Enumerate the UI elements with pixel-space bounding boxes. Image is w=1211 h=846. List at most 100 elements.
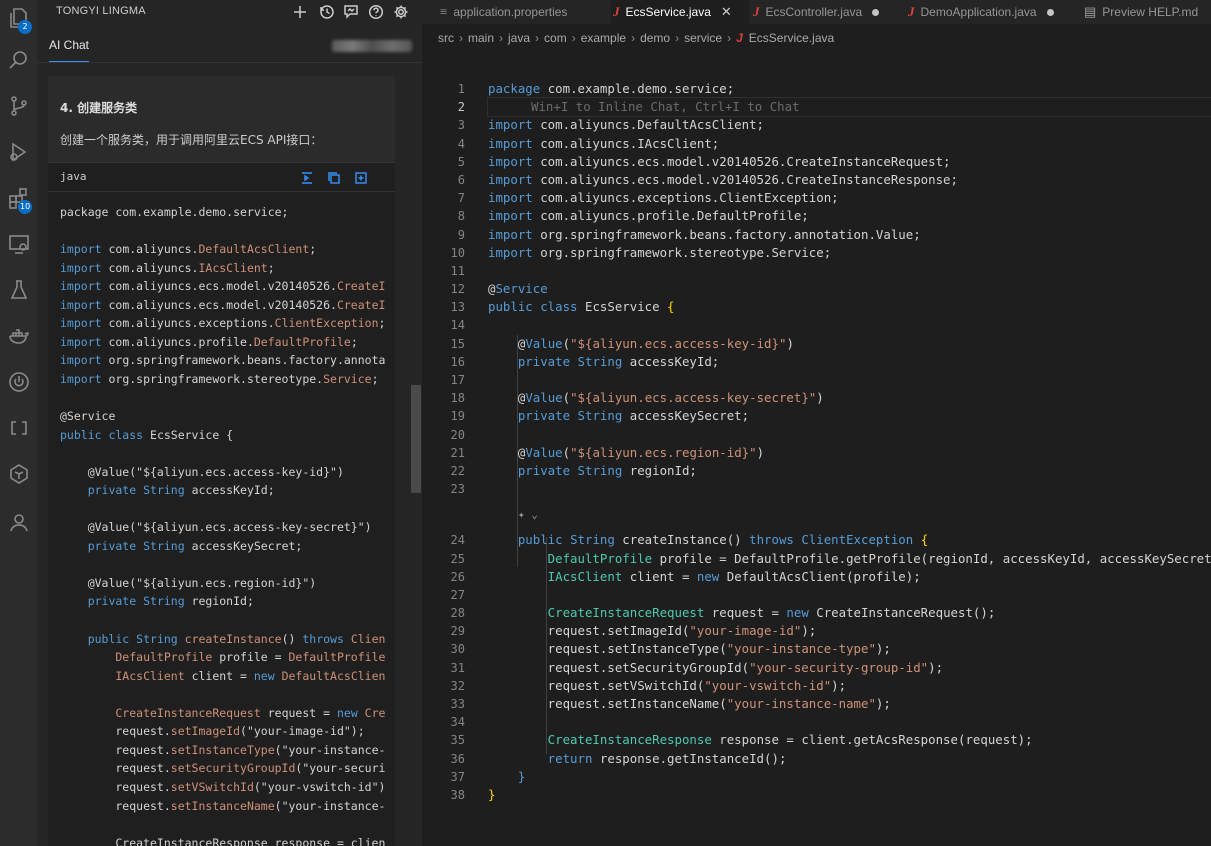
- code-line[interactable]: [488, 713, 1211, 731]
- code-line[interactable]: CreateInstanceResponse response = client…: [488, 731, 1211, 749]
- code-line[interactable]: import com.aliyuncs.profile.DefaultProfi…: [488, 207, 1211, 225]
- code-line[interactable]: import com.aliyuncs.exceptions.ClientExc…: [488, 189, 1211, 207]
- breadcrumb-item[interactable]: EcsService.java: [749, 31, 834, 45]
- breadcrumb-item[interactable]: main: [468, 31, 494, 45]
- insert-icon[interactable]: [300, 170, 316, 186]
- code-line[interactable]: }: [488, 768, 1211, 786]
- gutter-spacer: [422, 498, 465, 531]
- tab-ecscontroller-java[interactable]: J EcsController.java: [751, 0, 901, 24]
- scrollbar[interactable]: [411, 70, 421, 846]
- code-line[interactable]: import com.aliyuncs.IAcsClient;: [488, 135, 1211, 153]
- code-line[interactable]: IAcsClient client = new DefaultAcsClient…: [488, 568, 1211, 586]
- message-heading: 4. 创建服务类: [60, 101, 138, 115]
- code-content: package com.example.demo.service; import…: [60, 203, 385, 846]
- source-control-button[interactable]: [0, 88, 37, 128]
- code-line[interactable]: @Value("${aliyun.ecs.access-key-secret}"…: [488, 389, 1211, 407]
- remote-explorer-button[interactable]: [0, 226, 37, 266]
- history-icon[interactable]: [317, 2, 337, 22]
- code-lens[interactable]: ✦ ⌄: [488, 498, 1211, 531]
- breadcrumb-item[interactable]: example: [581, 31, 626, 45]
- code-line[interactable]: return response.getInstanceId();: [488, 750, 1211, 768]
- code-line[interactable]: [488, 586, 1211, 604]
- code-line: request.setSecurityGroupId("your-securi: [60, 761, 386, 776]
- run-debug-button[interactable]: [0, 134, 37, 174]
- code-line[interactable]: request.setVSwitchId("your-vswitch-id");: [488, 677, 1211, 695]
- code-content[interactable]: package com.example.demo.service; Win+I t…: [487, 80, 1211, 804]
- code-line[interactable]: import com.aliyuncs.ecs.model.v20140526.…: [488, 153, 1211, 171]
- code-line[interactable]: private String accessKeySecret;: [488, 407, 1211, 425]
- breadcrumb-item[interactable]: java: [508, 31, 530, 45]
- tongyi-icon: [7, 462, 31, 490]
- scrollbar-thumb[interactable]: [411, 385, 421, 493]
- codebrackets-button[interactable]: [0, 410, 37, 450]
- line-number: 20: [450, 427, 465, 442]
- tongyi-button[interactable]: [0, 456, 37, 496]
- account-button[interactable]: [0, 504, 37, 544]
- line-number: 14: [450, 318, 465, 333]
- code-line[interactable]: private String regionId;: [488, 462, 1211, 480]
- chevron-down-icon[interactable]: ⌄: [531, 508, 538, 521]
- code-line[interactable]: import org.springframework.stereotype.Se…: [488, 244, 1211, 262]
- code-line: import org.springframework.beans.factory…: [60, 353, 386, 368]
- code-line[interactable]: Win+I to Inline Chat, Ctrl+I to Chat: [487, 97, 1211, 118]
- search-button[interactable]: [0, 42, 37, 82]
- code-line[interactable]: CreateInstanceRequest request = new Crea…: [488, 604, 1211, 622]
- tongyi-icon[interactable]: ✦: [518, 508, 525, 521]
- code-line[interactable]: [488, 316, 1211, 334]
- code-line: private String accessKeyId;: [60, 483, 275, 498]
- code-line[interactable]: private String accessKeyId;: [488, 353, 1211, 371]
- docker-button[interactable]: [0, 318, 37, 358]
- power-button[interactable]: [0, 364, 37, 404]
- code-line[interactable]: package com.example.demo.service;: [488, 80, 1211, 98]
- code-line[interactable]: @Value("${aliyun.ecs.access-key-id}"): [488, 335, 1211, 353]
- feedback-icon[interactable]: [341, 2, 361, 22]
- activity-bar: 2 10: [0, 0, 37, 846]
- breadcrumb-item[interactable]: com: [544, 31, 567, 45]
- tab-ecsservice-java[interactable]: J EcsService.java ✕: [611, 0, 749, 24]
- testing-icon: [7, 278, 31, 306]
- explorer-button[interactable]: 2: [0, 0, 37, 40]
- code-editor[interactable]: 1 2 3 4 5 6 7 8 9 10 11 12 13 14 15 16 17 18 19 20 21 22 23 24 2…: [422, 80, 1211, 846]
- code-line[interactable]: import com.aliyuncs.ecs.model.v20140526.…: [488, 171, 1211, 189]
- code-line[interactable]: @Service: [488, 280, 1211, 298]
- code-line: private String regionId;: [60, 594, 254, 609]
- new-file-icon[interactable]: [354, 170, 370, 186]
- tab-demoapplication-java[interactable]: J DemoApplication.java: [906, 0, 1076, 24]
- code-line[interactable]: public String createInstance() throws Cl…: [488, 531, 1211, 549]
- code-line[interactable]: [488, 371, 1211, 389]
- testing-button[interactable]: [0, 272, 37, 312]
- code-line[interactable]: [488, 426, 1211, 444]
- help-icon[interactable]: [366, 2, 386, 22]
- code-line[interactable]: }: [488, 786, 1211, 804]
- breadcrumb-item[interactable]: service: [684, 31, 722, 45]
- code-line[interactable]: request.setInstanceType("your-instance-t…: [488, 640, 1211, 658]
- code-line[interactable]: import com.aliyuncs.DefaultAcsClient;: [488, 116, 1211, 134]
- code-line[interactable]: @Value("${aliyun.ecs.region-id}"): [488, 444, 1211, 462]
- code-line[interactable]: request.setInstanceName("your-instance-n…: [488, 695, 1211, 713]
- code-line[interactable]: import org.springframework.beans.factory…: [488, 226, 1211, 244]
- copy-icon[interactable]: [327, 170, 343, 186]
- tab-preview-help-md[interactable]: ▤ Preview HELP.md: [1082, 0, 1211, 24]
- code-line[interactable]: public class EcsService {: [488, 298, 1211, 316]
- avatar[interactable]: [332, 40, 412, 52]
- code-line[interactable]: request.setSecurityGroupId("your-securit…: [488, 659, 1211, 677]
- tab-application-properties[interactable]: ≡ application.properties: [438, 0, 604, 24]
- breadcrumb-item[interactable]: demo: [640, 31, 670, 45]
- code-line[interactable]: [488, 480, 1211, 498]
- code-block: java package com.example.demo.service; i…: [48, 162, 395, 846]
- extensions-button[interactable]: 10: [0, 180, 37, 220]
- line-number: 6: [457, 172, 465, 187]
- settings-icon[interactable]: [391, 2, 411, 22]
- code-line[interactable]: DefaultProfile profile = DefaultProfile.…: [488, 550, 1211, 568]
- breadcrumb-item[interactable]: src: [438, 31, 454, 45]
- code-line[interactable]: request.setImageId("your-image-id");: [488, 622, 1211, 640]
- message-text: 创建一个服务类，用于调用阿里云ECS API接口：: [60, 133, 323, 147]
- close-icon[interactable]: ✕: [721, 4, 732, 20]
- tab-label: Preview HELP.md: [1102, 5, 1199, 19]
- tab-ai-chat[interactable]: AI Chat: [49, 38, 89, 52]
- add-icon[interactable]: [290, 2, 310, 22]
- line-number: 30: [450, 642, 465, 657]
- code-line[interactable]: [488, 262, 1211, 280]
